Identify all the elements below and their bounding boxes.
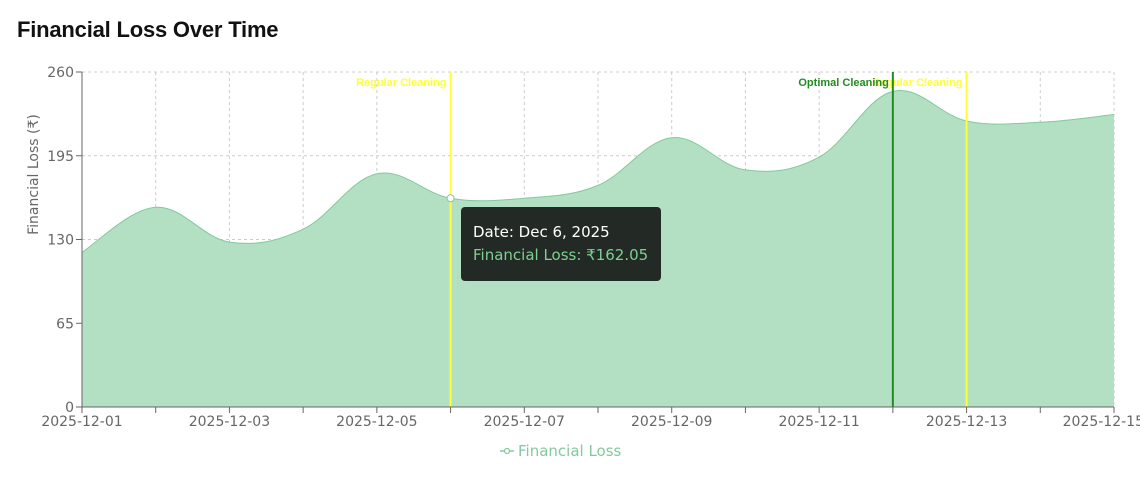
tooltip-value: Financial Loss: ₹162.05 bbox=[473, 246, 649, 264]
data-point[interactable] bbox=[964, 118, 970, 124]
data-point[interactable] bbox=[153, 204, 159, 210]
data-point[interactable] bbox=[521, 195, 527, 201]
legend[interactable]: Financial Loss bbox=[500, 442, 622, 460]
reference-line-label: Regular Cleaning bbox=[356, 77, 446, 89]
x-tick-label: 2025-12-03 bbox=[189, 414, 270, 430]
data-point[interactable] bbox=[890, 88, 896, 94]
x-tick-label: 2025-12-09 bbox=[631, 414, 712, 430]
data-point[interactable] bbox=[595, 182, 601, 188]
y-tick-label: 65 bbox=[56, 316, 74, 332]
reference-line-label: Optimal Cleaning bbox=[798, 77, 888, 89]
x-tick-label: 2025-12-05 bbox=[336, 414, 417, 430]
data-point[interactable] bbox=[226, 239, 232, 245]
y-tick-label: 195 bbox=[47, 149, 74, 165]
data-point[interactable] bbox=[446, 194, 455, 203]
x-tick-label: 2025-12-13 bbox=[926, 414, 1007, 430]
legend-label-financial-loss[interactable]: Financial Loss bbox=[518, 442, 622, 460]
data-point[interactable] bbox=[300, 226, 306, 232]
y-tick-label: 130 bbox=[47, 233, 74, 249]
data-point[interactable] bbox=[669, 135, 675, 141]
x-tick-label: 2025-12-01 bbox=[41, 414, 122, 430]
data-point[interactable] bbox=[1037, 119, 1043, 125]
data-point[interactable] bbox=[816, 154, 822, 160]
x-tick-label: 2025-12-11 bbox=[778, 414, 859, 430]
x-tick-label: 2025-12-15 bbox=[1063, 414, 1140, 430]
legend-swatch-dot bbox=[503, 447, 511, 455]
y-tick-label: 260 bbox=[47, 65, 74, 81]
x-tick-label: 2025-12-07 bbox=[484, 414, 565, 430]
data-point[interactable] bbox=[742, 167, 748, 173]
y-axis-label: Financial Loss (₹) bbox=[26, 114, 42, 235]
data-point[interactable] bbox=[79, 249, 85, 255]
data-point[interactable] bbox=[1111, 112, 1117, 118]
tooltip: Date: Dec 6, 2025 Financial Loss: ₹162.0… bbox=[461, 207, 661, 281]
data-point[interactable] bbox=[374, 171, 380, 177]
tooltip-date: Date: Dec 6, 2025 bbox=[473, 223, 610, 241]
